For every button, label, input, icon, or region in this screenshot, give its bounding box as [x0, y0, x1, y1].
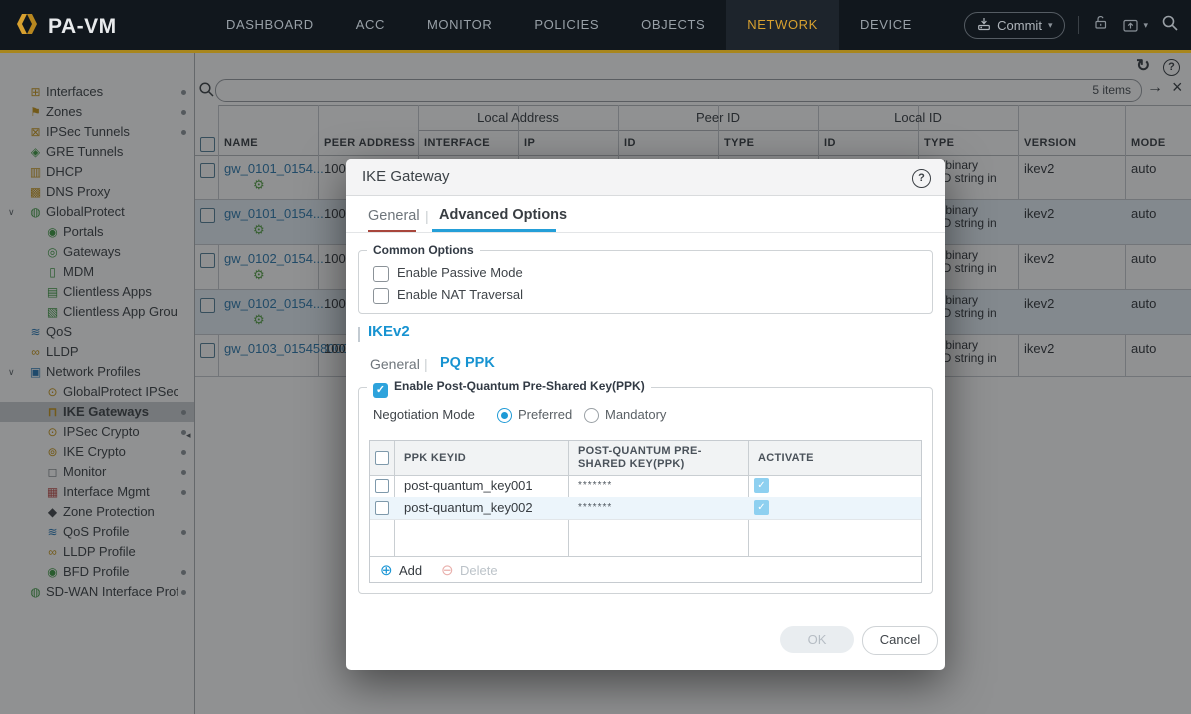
cancel-button[interactable]: Cancel: [862, 626, 938, 655]
ppk-keys-table: PPK KEYID POST-QUANTUM PRE-SHARED KEY(PP…: [369, 440, 922, 583]
navbar-divider: [1078, 16, 1080, 34]
nav-tab-monitor[interactable]: MONITOR: [406, 0, 513, 50]
ppk-col-keyid: PPK KEYID: [404, 452, 466, 464]
app-title: PA-VM: [48, 14, 117, 38]
negotiation-mandatory-radio[interactable]: [584, 408, 599, 423]
negotiation-preferred-label: Preferred: [518, 407, 573, 422]
enable-ppk-checkbox[interactable]: ✓: [373, 383, 388, 398]
tab-separator: |: [425, 208, 429, 224]
nav-tab-network[interactable]: NETWORK: [726, 0, 839, 50]
ppk-legend: ✓ Enable Post-Quantum Pre-Shared Key(PPK): [367, 379, 651, 398]
top-navbar: PA-VM DASHBOARD ACC MONITOR POLICIES OBJ…: [0, 0, 1191, 53]
ppk-legend-label: Enable Post-Quantum Pre-Shared Key(PPK): [394, 379, 645, 393]
delete-icon[interactable]: ⊖: [441, 561, 454, 579]
ppk-keyid-cell[interactable]: post-quantum_key002: [404, 500, 533, 515]
nav-tab-acc[interactable]: ACC: [335, 0, 406, 50]
commit-icon: [977, 17, 991, 34]
ppk-row-checkbox[interactable]: [375, 479, 389, 493]
chevron-down-icon: ▾: [1143, 19, 1148, 30]
add-icon[interactable]: ⊕: [380, 561, 393, 579]
ppk-row-checkbox[interactable]: [375, 501, 389, 515]
nav-tab-policies[interactable]: POLICIES: [513, 0, 620, 50]
ppk-key-row[interactable]: post-quantum_key001 ******* ✓: [370, 475, 921, 498]
config-lock-icon[interactable]: [1092, 14, 1109, 36]
dialog-header: IKE Gateway ?: [346, 159, 945, 196]
ppk-key-row[interactable]: post-quantum_key002 ******* ✓: [370, 497, 921, 520]
chevron-down-icon: ▾: [1047, 19, 1053, 30]
ok-button[interactable]: OK: [780, 626, 854, 653]
negotiation-mode-label: Negotiation Mode: [373, 407, 475, 422]
common-options-fieldset: Common Options Enable Passive Mode Enabl…: [358, 243, 933, 314]
commit-button[interactable]: Commit ▾: [964, 11, 1066, 39]
ikev2-section-heading: IKEv2: [368, 323, 410, 340]
global-search-icon[interactable]: [1161, 14, 1179, 37]
tab-separator: |: [424, 356, 428, 372]
dialog-help-icon[interactable]: ?: [912, 168, 931, 188]
negotiation-mandatory-label: Mandatory: [605, 407, 667, 422]
add-button[interactable]: Add: [399, 563, 422, 578]
ike-gateway-dialog: IKE Gateway ? General | Advanced Options…: [346, 159, 945, 670]
enable-passive-mode-option: Enable Passive Mode: [373, 265, 523, 282]
ppk-col-key: POST-QUANTUM PRE-SHARED KEY(PPK): [578, 445, 702, 470]
nav-tab-dashboard[interactable]: DASHBOARD: [205, 0, 335, 50]
option-label: Enable Passive Mode: [397, 265, 523, 280]
ppk-table-footer: ⊕ Add ⊖ Delete: [370, 556, 921, 583]
ppk-fieldset: ✓ Enable Post-Quantum Pre-Shared Key(PPK)…: [358, 379, 933, 594]
enable-nat-traversal-checkbox[interactable]: [373, 287, 389, 304]
dialog-title: IKE Gateway: [362, 168, 450, 185]
ikev2-tab-general[interactable]: General: [370, 356, 420, 372]
navbar-actions: Commit ▾ ▾: [964, 0, 1179, 50]
common-options-legend: Common Options: [367, 243, 480, 257]
ppk-activate-checkbox[interactable]: ✓: [754, 500, 769, 515]
pan-os-app: PA-VM DASHBOARD ACC MONITOR POLICIES OBJ…: [0, 0, 1191, 714]
enable-passive-mode-checkbox[interactable]: [373, 265, 389, 282]
help-glyph: ?: [912, 169, 931, 188]
paloalto-logo-icon: [14, 11, 40, 42]
nav-tab-device[interactable]: DEVICE: [839, 0, 933, 50]
ppk-col-activate: ACTIVATE: [758, 452, 814, 464]
enable-nat-traversal-option: Enable NAT Traversal: [373, 287, 523, 304]
ppk-activate-checkbox[interactable]: ✓: [754, 478, 769, 493]
nav-tab-objects[interactable]: OBJECTS: [620, 0, 726, 50]
ppk-masked-key-cell[interactable]: *******: [578, 480, 612, 491]
commit-label: Commit: [997, 17, 1042, 33]
config-push-icon[interactable]: ▾: [1122, 17, 1148, 34]
ppk-keyid-cell[interactable]: post-quantum_key001: [404, 478, 533, 493]
ikev2-tab-pq-ppk[interactable]: PQ PPK: [440, 355, 495, 371]
negotiation-preferred-radio[interactable]: [497, 408, 512, 423]
option-label: Enable NAT Traversal: [397, 287, 523, 302]
delete-button[interactable]: Delete: [460, 563, 498, 578]
tab-general[interactable]: General: [368, 208, 420, 224]
ppk-table-header: PPK KEYID POST-QUANTUM PRE-SHARED KEY(PP…: [370, 441, 921, 476]
tab-advanced-options[interactable]: Advanced Options: [439, 207, 567, 223]
tabs-divider: [346, 232, 945, 233]
ppk-masked-key-cell[interactable]: *******: [578, 502, 612, 513]
ppk-select-all-checkbox[interactable]: [375, 451, 389, 465]
brand-logo: PA-VM: [14, 11, 117, 42]
main-nav: DASHBOARD ACC MONITOR POLICIES OBJECTS N…: [205, 0, 933, 50]
section-accent-bar: [358, 327, 360, 342]
